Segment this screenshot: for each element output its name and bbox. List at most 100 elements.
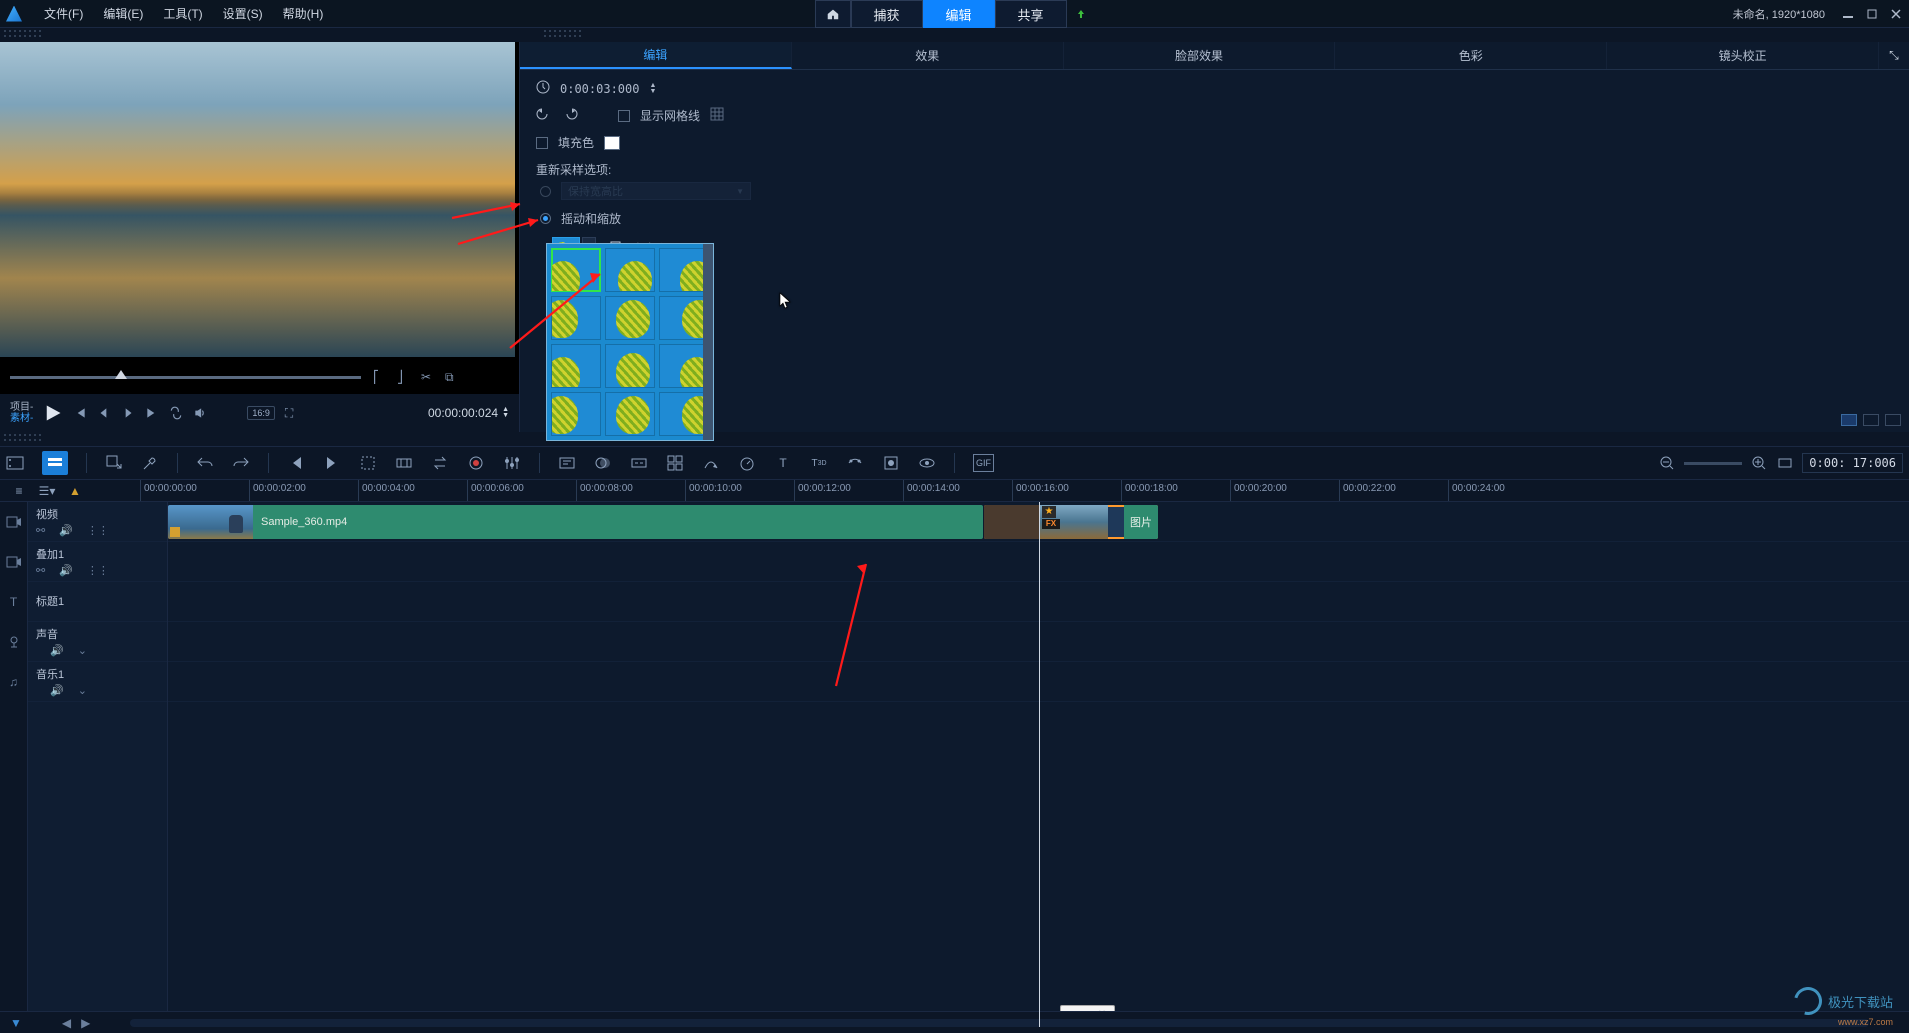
layout-preset-icon[interactable] — [1863, 414, 1879, 426]
horizontal-scrollbar[interactable] — [130, 1019, 1869, 1027]
timeline-timecode[interactable]: 0:00: 17:006 — [1802, 453, 1903, 473]
minimize-button[interactable] — [1841, 7, 1855, 21]
scroll-down-icon[interactable]: ▼ — [10, 1016, 22, 1030]
close-button[interactable] — [1889, 7, 1903, 21]
pz-preset-7[interactable] — [551, 344, 601, 388]
goto-end-icon[interactable] — [323, 454, 341, 472]
expand-icon[interactable]: ⌄ — [78, 644, 87, 657]
insert-media-icon[interactable] — [105, 454, 123, 472]
show-grid-checkbox[interactable] — [618, 110, 630, 122]
multicam-icon[interactable] — [666, 454, 684, 472]
popup-scrollbar[interactable] — [703, 244, 713, 440]
fit-zoom-icon[interactable] — [1776, 454, 1794, 472]
maximize-button[interactable] — [1865, 7, 1879, 21]
play-button[interactable] — [43, 403, 63, 423]
mark-in-icon[interactable]: ⎡ — [373, 370, 387, 384]
fullscreen-icon[interactable]: ⛶ — [285, 406, 299, 420]
scrub-bar[interactable] — [10, 376, 361, 379]
audio-icon[interactable]: 🔊 — [59, 524, 73, 537]
layout-preset-icon[interactable] — [1885, 414, 1901, 426]
pz-preset-9[interactable] — [659, 344, 709, 388]
pz-preset-4[interactable] — [551, 296, 601, 340]
preview-viewport[interactable] — [0, 42, 515, 357]
audio-icon[interactable]: 🔊 — [50, 684, 64, 697]
prop-tab-effect[interactable]: 效果 — [792, 42, 1064, 69]
track-header-music[interactable]: 音乐1 🔊⌄ — [28, 662, 167, 702]
layout-preset-icon[interactable] — [1841, 414, 1857, 426]
menu-settings[interactable]: 设置(S) — [213, 2, 273, 25]
grid-settings-icon[interactable] — [710, 107, 724, 124]
speed-icon[interactable] — [738, 454, 756, 472]
expand-panel-icon[interactable]: ⤡ — [1879, 42, 1909, 69]
lock-icon[interactable]: ⋮⋮ — [87, 524, 109, 537]
duration-stepper[interactable]: ▲▼ — [649, 83, 656, 95]
pz-preset-11[interactable] — [605, 392, 655, 436]
rotate-cw-icon[interactable] — [562, 107, 578, 124]
aspect-display[interactable]: 16:9 — [247, 406, 275, 420]
menu-file[interactable]: 文件(F) — [34, 2, 93, 25]
track-header-title[interactable]: 标题1 — [28, 582, 167, 622]
tab-share[interactable]: 共享 — [995, 0, 1067, 28]
undo-icon[interactable] — [196, 454, 214, 472]
link-icon[interactable]: ⚯ — [36, 564, 45, 577]
scroll-up-icon[interactable]: ▲ — [66, 482, 84, 500]
prop-tab-face[interactable]: 脸部效果 — [1064, 42, 1336, 69]
prev-frame-icon[interactable] — [97, 406, 111, 420]
track-motion-icon[interactable] — [846, 454, 864, 472]
menu-edit[interactable]: 编辑(E) — [93, 2, 153, 25]
mask-icon[interactable] — [594, 454, 612, 472]
tab-capture[interactable]: 捕获 — [850, 0, 922, 28]
gif-export-icon[interactable]: GIF — [973, 454, 994, 472]
fill-color-checkbox[interactable] — [536, 137, 548, 149]
record-icon[interactable] — [467, 454, 485, 472]
loop-icon[interactable] — [169, 406, 183, 420]
pan-zoom-radio[interactable] — [540, 213, 551, 224]
prop-tab-color[interactable]: 色彩 — [1335, 42, 1607, 69]
track-header-video[interactable]: 视频 ⚯🔊⋮⋮ — [28, 502, 167, 542]
track-header-voice[interactable]: 声音 🔊⌄ — [28, 622, 167, 662]
audio-mixer-icon[interactable] — [503, 454, 521, 472]
go-end-icon[interactable] — [145, 406, 159, 420]
panel-drag-handle-icon[interactable] — [0, 28, 40, 42]
fill-color-swatch[interactable] — [604, 136, 620, 150]
duration-value[interactable]: 0:00:03:000 — [560, 82, 639, 96]
preview-timecode[interactable]: 00:00:00:024 ▲▼ — [428, 406, 509, 420]
prev-clip-icon[interactable]: ◀ — [62, 1016, 71, 1030]
project-mode-label[interactable]: 项目- 素材- — [10, 402, 33, 424]
auto-music-icon[interactable] — [558, 454, 576, 472]
volume-icon[interactable] — [193, 406, 207, 420]
link-icon[interactable]: ⚯ — [36, 524, 45, 537]
track-menu-icon[interactable]: ≡ — [10, 482, 28, 500]
pz-preset-10[interactable] — [551, 392, 601, 436]
prop-tab-lens[interactable]: 镜头校正 — [1607, 42, 1879, 69]
pz-preset-5[interactable] — [605, 296, 655, 340]
scrub-marker-icon[interactable] — [115, 370, 127, 379]
title-icon[interactable]: T — [774, 454, 792, 472]
track-header-overlay[interactable]: 叠加1 ⚯🔊⋮⋮ — [28, 542, 167, 582]
goto-start-icon[interactable] — [287, 454, 305, 472]
pz-preset-6[interactable] — [659, 296, 709, 340]
panel-drag-handle-icon[interactable] — [540, 28, 580, 42]
pz-preset-8[interactable] — [605, 344, 655, 388]
pz-preset-3[interactable] — [659, 248, 709, 292]
split-icon[interactable]: ✂ — [421, 370, 435, 384]
upload-icon[interactable] — [1067, 0, 1095, 28]
timeline-view-icon[interactable] — [42, 451, 68, 475]
subtitle-icon[interactable] — [630, 454, 648, 472]
menu-tools[interactable]: 工具(T) — [153, 2, 212, 25]
zoom-out-icon[interactable] — [1658, 454, 1676, 472]
timeline-playhead[interactable] — [1039, 502, 1040, 1027]
go-start-icon[interactable] — [73, 406, 87, 420]
zoom-slider[interactable] — [1684, 462, 1742, 465]
pz-preset-1[interactable] — [551, 248, 601, 292]
panel-drag-handle-icon[interactable] — [0, 432, 40, 446]
expand-icon[interactable]: ⌄ — [78, 684, 87, 697]
rotate-ccw-icon[interactable] — [536, 107, 552, 124]
motion-icon[interactable] — [702, 454, 720, 472]
menu-help[interactable]: 帮助(H) — [273, 2, 334, 25]
video-clip[interactable]: Sample_360.mp4 — [168, 505, 983, 539]
zoom-in-icon[interactable] — [1750, 454, 1768, 472]
swap-icon[interactable] — [431, 454, 449, 472]
tools-icon[interactable] — [141, 454, 159, 472]
mark-out-icon[interactable]: ⎦ — [397, 370, 411, 384]
